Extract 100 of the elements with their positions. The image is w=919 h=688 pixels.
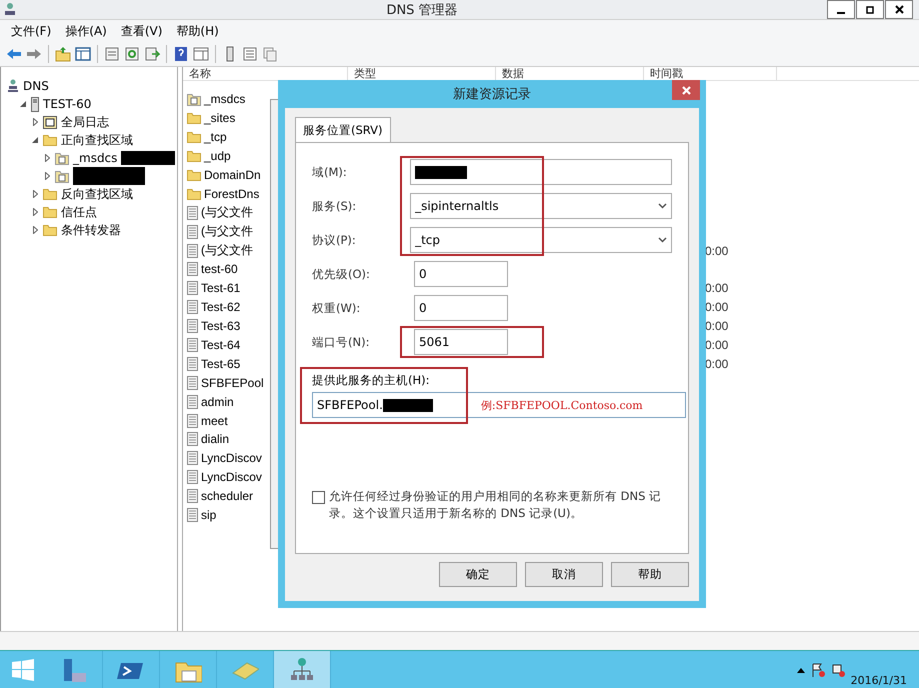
menu-item[interactable]: 查看(V) (116, 22, 168, 40)
expand-arrow-icon[interactable] (32, 190, 38, 198)
list-item-name[interactable]: scheduler (201, 489, 254, 504)
tree-item[interactable]: 正向查找区域 (61, 132, 133, 148)
expand-arrow-icon[interactable] (44, 172, 50, 180)
input-field[interactable]: SFBFEPool. 例:SFBFEPOOL.Contoso.com (312, 392, 686, 418)
expand-arrow-icon[interactable] (32, 208, 38, 216)
collapse-arrow-icon[interactable] (20, 101, 26, 107)
menu-item[interactable]: 操作(A) (60, 22, 112, 40)
record-icon (187, 300, 198, 314)
folder-icon (187, 131, 201, 144)
list-item-name[interactable]: Test-63 (201, 319, 240, 334)
server-icon (31, 96, 39, 112)
back-arrow-icon[interactable] (6, 46, 22, 62)
close-button[interactable] (885, 0, 913, 19)
list-item-name[interactable]: _udp (204, 149, 231, 164)
input-field[interactable] (410, 159, 672, 185)
export-icon[interactable] (144, 46, 160, 62)
timestamp-cell: 0:00 (705, 319, 728, 334)
dns-app-icon (3, 2, 17, 18)
list-item-name[interactable]: test-60 (201, 262, 238, 276)
list-item-name[interactable]: (与父文件 (201, 242, 253, 260)
forward-arrow-icon[interactable] (26, 46, 42, 62)
panel-icon[interactable] (193, 46, 209, 62)
list-item-name[interactable]: dialin (201, 432, 230, 446)
expand-arrow-icon[interactable] (32, 226, 38, 234)
input-field[interactable]: 0 (414, 261, 508, 287)
menu-item[interactable]: 帮助(H) (171, 22, 224, 40)
minimize-button[interactable] (827, 0, 855, 19)
expand-arrow-icon[interactable] (44, 154, 50, 162)
tree-item[interactable]: TEST-60 (43, 97, 92, 111)
checkbox[interactable] (312, 491, 325, 504)
checkbox-label: 允许任何经过身份验证的用户用相同的名称来更新所有 DNS 记录。这个设置只适用于新名称的 DNS 记录(U)。 (329, 488, 662, 522)
copy-icon[interactable] (262, 46, 278, 62)
list-item-name[interactable]: _tcp (204, 130, 227, 144)
field-label: 域(M): (312, 164, 348, 180)
list-item-name[interactable]: sip (201, 508, 216, 522)
zone-folder-icon (187, 92, 201, 106)
dropdown[interactable]: _sipinternaltls (410, 193, 672, 219)
taskbar-button[interactable] (274, 651, 331, 688)
list-item-name[interactable]: _msdcs (204, 92, 246, 106)
dropdown[interactable]: _tcp (410, 227, 672, 253)
input-field[interactable]: 0 (414, 295, 508, 321)
example-annotation: 例:SFBFEPOOL.Contoso.com (480, 398, 643, 412)
list-item-name[interactable]: DomainDn (204, 168, 261, 182)
timestamp-cell: 0:00 (705, 244, 728, 258)
list-item-name[interactable]: LyncDiscov (201, 470, 262, 484)
help-icon[interactable] (173, 46, 189, 62)
chevron-down-icon (658, 236, 667, 242)
tab[interactable]: 服务位置(SRV) (295, 117, 391, 143)
dialog-button[interactable]: 取消 (525, 562, 603, 587)
list-icon[interactable] (242, 46, 258, 62)
network-icon[interactable] (830, 663, 845, 677)
folder-icon (187, 112, 201, 124)
list-item-name[interactable]: (与父文件 (201, 223, 253, 240)
refresh-icon[interactable] (124, 46, 140, 62)
list-item-name[interactable]: admin (201, 394, 234, 409)
restore-button[interactable] (856, 0, 884, 19)
dialog-button[interactable]: 帮助 (611, 562, 689, 587)
record-icon (187, 281, 198, 296)
list-item-name[interactable]: Test-61 (201, 281, 240, 296)
tree-item[interactable]: 信任点 (61, 204, 97, 220)
clock-date: 2016/1/31 (850, 674, 907, 688)
menu-item[interactable]: 文件(F) (6, 22, 56, 40)
list-item-name[interactable]: Test-62 (201, 300, 240, 314)
record-icon (187, 470, 198, 484)
folder-icon (187, 150, 201, 162)
record-icon (187, 394, 198, 409)
folder-icon (43, 134, 57, 146)
timestamp-cell: 0:00 (705, 300, 728, 314)
record-icon (187, 319, 198, 334)
record-icon (187, 432, 198, 446)
folder-icon (43, 188, 57, 200)
flag-icon[interactable] (810, 663, 825, 677)
tray-arrow-icon[interactable] (796, 667, 805, 673)
record-icon (187, 451, 198, 466)
tree-item[interactable]: 条件转发器 (61, 222, 121, 238)
properties-icon[interactable] (104, 46, 120, 62)
window-title: DNS 管理器 (385, 2, 459, 18)
list-item-name[interactable]: ForestDns (204, 186, 260, 201)
tree-item[interactable]: _msdcs (73, 151, 118, 165)
list-item-name[interactable]: _sites (204, 111, 236, 126)
tree-item[interactable]: 反向查找区域 (61, 186, 133, 202)
dns-icon (7, 79, 19, 93)
tree-item[interactable]: 全局日志 (61, 114, 109, 130)
list-item-name[interactable]: (与父文件 (201, 204, 253, 222)
close-icon (682, 86, 690, 94)
start-button[interactable] (12, 659, 34, 681)
console-tree-icon[interactable] (75, 46, 91, 62)
dialog-button[interactable]: 确定 (439, 562, 517, 587)
up-folder-icon[interactable] (55, 46, 71, 62)
input-field[interactable]: 5061 (414, 329, 508, 355)
list-item-name[interactable]: SFBFEPool (201, 376, 264, 390)
collapse-arrow-icon[interactable] (32, 137, 38, 143)
list-item-name[interactable]: LyncDiscov (201, 451, 262, 466)
list-item-name[interactable]: Test-65 (201, 356, 240, 371)
list-item-name[interactable]: meet (201, 414, 228, 428)
tree-item[interactable]: DNS (23, 79, 49, 93)
expand-arrow-icon[interactable] (32, 118, 38, 126)
list-item-name[interactable]: Test-64 (201, 338, 240, 352)
